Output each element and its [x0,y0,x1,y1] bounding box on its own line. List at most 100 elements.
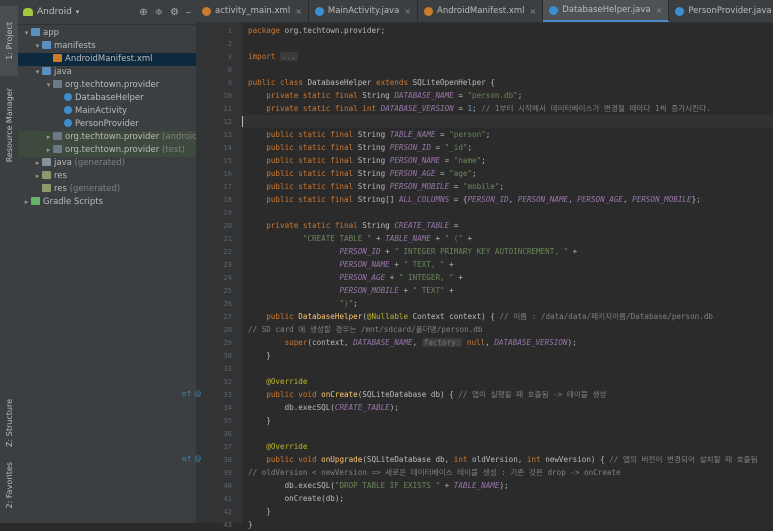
tree-item[interactable]: ▸ res [18,170,196,183]
close-icon[interactable]: × [530,7,537,16]
tree-item[interactable]: MainActivity [18,105,196,118]
code-line: public void onUpgrade(SQLiteDatabase db,… [242,453,773,466]
favorites-tool-tab[interactable]: 2: Favorites [0,455,18,515]
collapse-all-icon[interactable]: ≑ [155,7,163,18]
code-token: public static final [248,156,358,165]
editor-tab[interactable]: MainActivity.java × [309,0,418,22]
code-token: // 앱이 실행될 때 호출됨 -> 테이블 생성 [453,390,607,399]
code-token: // SD card 에 생성할 경우는 /mnt/sdcard/폴더명/per… [248,325,483,334]
tree-item[interactable]: ▾ app [18,27,196,40]
chevron-down-icon[interactable]: ▾ [44,79,53,92]
code-token: PERSON_NAME [339,260,390,269]
structure-tool-tab-label: Z: Structure [4,398,14,447]
editor-tab[interactable]: activity_main.xml × [196,0,309,22]
code-line: PERSON_NAME + " TEXT, " + [242,258,773,271]
code-token: , [485,338,495,347]
tree-item[interactable]: PersonProvider [18,118,196,131]
chevron-right-icon[interactable]: ▸ [33,157,42,170]
code-token: + [444,260,454,269]
chevron-down-icon[interactable]: ▾ [33,66,42,79]
view-selector[interactable]: Android [37,7,72,17]
editor-tab[interactable]: PersonProvider.java× [669,0,773,22]
chevron-down-icon[interactable]: ▾ [22,27,31,40]
target-icon[interactable]: ⊕ [139,7,147,18]
code-line: PERSON_ID + " INTEGER PRIMARY KEY AUTOIN… [242,245,773,258]
structure-tool-tab[interactable]: Z: Structure [0,395,18,450]
line-number: 20 [223,221,232,230]
tree-item-label: manifests [54,41,96,51]
code-token: public void [248,455,322,464]
code-line: onCreate(db); [242,492,773,505]
chevron-right-icon[interactable]: ▸ [44,144,53,157]
code-token: = [449,182,463,191]
chevron-down-icon[interactable]: ▾ [33,40,42,53]
code-token: onCreate(db); [248,494,345,503]
override-marker-icon[interactable]: o↑ @ [182,388,201,401]
code-token: (SQLiteDatabase db, [362,455,454,464]
code-token: = { [449,195,468,204]
code-token: @Override [248,377,308,386]
tree-item[interactable]: ▾ java [18,66,196,79]
line-number: 35 [223,416,232,425]
tree-item[interactable]: ▸ org.techtown.provider (androidTest) [18,131,196,144]
close-icon[interactable]: × [404,7,411,16]
code-token: + [371,234,386,243]
code-line: private static final String DATABASE_NAM… [242,89,773,102]
chevron-right-icon[interactable]: ▸ [44,131,53,144]
minimize-icon[interactable]: – [186,7,191,18]
code-area[interactable]: package org.techtown.provider; import ...… [242,22,773,529]
code-token: } [248,520,253,529]
tree-item[interactable]: ▾ manifests [18,40,196,53]
line-number: 31 [223,364,232,373]
close-icon[interactable]: × [656,6,663,15]
editor-tab[interactable]: AndroidManifest.xml × [418,0,544,22]
code-token: PERSON_ID [389,143,431,152]
code-token: TABLE_NAME [389,130,436,139]
line-number: 21 [223,234,232,243]
editor-tab[interactable]: DatabaseHelper.java × [543,0,670,22]
class-icon [675,6,685,16]
code-token: private static final int [248,104,381,113]
tree-item-label: res [54,171,67,181]
gear-icon[interactable]: ⚙ [170,7,179,18]
code-token: + [385,273,399,282]
code-token: TABLE_NAME [453,481,500,490]
code-token: String [357,143,390,152]
tree-item[interactable]: ▸ java (generated) [18,157,196,170]
code-token: PERSON_ID [339,247,381,256]
line-number: 33 [223,390,232,399]
tree-item[interactable]: ▾ org.techtown.provider [18,79,196,92]
code-token: public static final [248,195,358,204]
tree-item[interactable]: res (generated) [18,183,196,196]
code-token: " (" [444,234,463,243]
tree-item[interactable]: AndroidManifest.xml [18,53,196,66]
code-token: PERSON_AGE [339,273,386,282]
tree-item[interactable]: ▸ org.techtown.provider (test) [18,144,196,157]
tree-item-label: DatabaseHelper [75,93,144,103]
tree-item[interactable]: DatabaseHelper [18,92,196,105]
chevron-right-icon[interactable]: ▸ [22,196,31,209]
code-token: public static final [248,143,358,152]
code-token: + [453,273,463,282]
override-marker-icon[interactable]: o↑ @ [182,453,201,466]
code-token: DATABASE_NAME [353,338,413,347]
chevron-right-icon[interactable]: ▸ [33,170,42,183]
code-token: extends [376,78,413,87]
code-token: + [444,286,454,295]
tree-item-label: AndroidManifest.xml [65,54,153,64]
project-tool-tab[interactable]: 1: Project [0,6,18,76]
code-line: db.execSQL(CREATE_TABLE); [242,401,773,414]
folder-icon [31,28,40,36]
close-icon[interactable]: × [295,7,302,16]
resource-manager-tool-tab[interactable]: Resource Manager [0,80,18,170]
tree-item-label: org.techtown.provider [65,80,160,90]
code-token: + [430,234,445,243]
code-token: = [440,156,454,165]
code-token: factory: [421,338,463,347]
code-token: public [248,312,299,321]
left-tool-strip: 1: Project Resource Manager Z: Structure… [0,0,19,523]
tree-item[interactable]: ▸ Gradle Scripts [18,196,196,209]
chevron-down-icon[interactable]: ▾ [76,8,80,16]
